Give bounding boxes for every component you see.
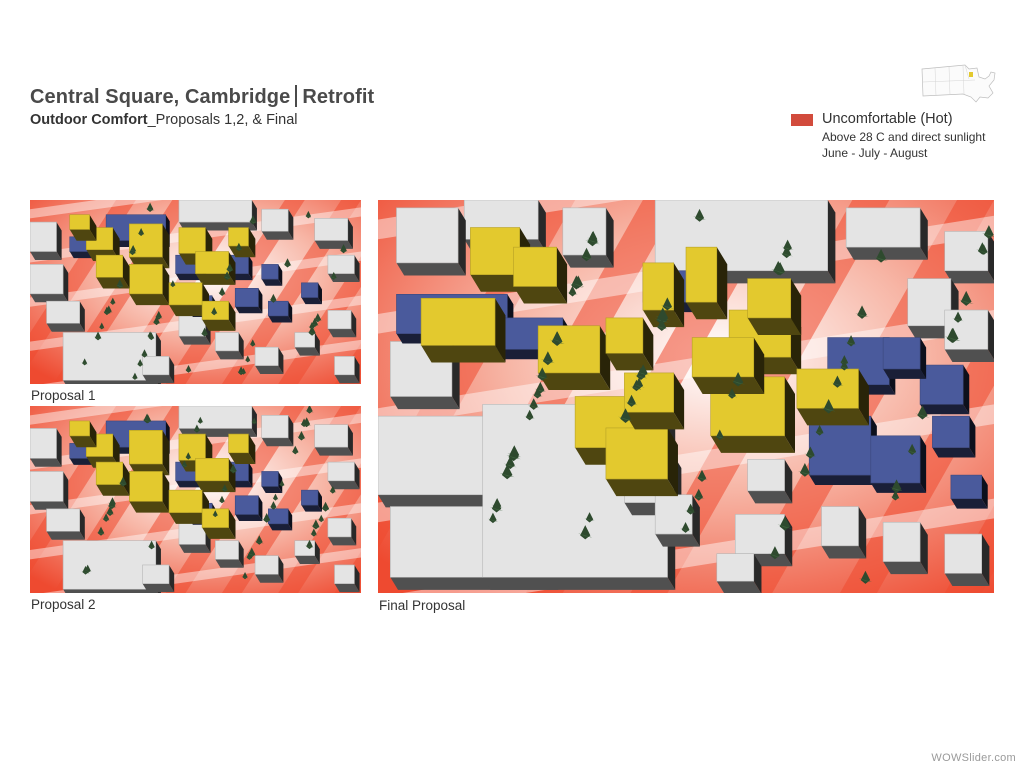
title-suffix: Retrofit — [302, 86, 375, 108]
proposed-tower-building — [796, 368, 869, 426]
final-proposal-render — [378, 200, 994, 593]
proposed-tower-building — [691, 337, 765, 394]
proposal-1-image — [30, 200, 361, 384]
proposed-tower-building — [129, 471, 170, 513]
subtitle-rest: _Proposals 1,2, & Final — [147, 112, 298, 128]
proposed-tower-building — [129, 223, 170, 269]
legend-line-1: Above 28 C and direct sunlight — [822, 130, 986, 144]
existing-building — [654, 494, 700, 547]
legend-line-2: June - July - August — [822, 146, 928, 160]
title-divider — [295, 85, 298, 107]
existing-building — [882, 521, 928, 575]
existing-building — [215, 540, 244, 568]
existing-building — [46, 508, 85, 540]
existing-building — [327, 461, 360, 490]
existing-building — [845, 207, 928, 260]
proposed-lowrise-building — [268, 508, 293, 531]
existing-building — [944, 231, 994, 284]
existing-building — [327, 310, 357, 338]
existing-building — [747, 459, 793, 504]
existing-building — [254, 346, 284, 375]
proposed-tower-building — [129, 264, 170, 306]
existing-building — [30, 221, 62, 260]
title-main: Central Square, Cambridge — [30, 86, 291, 108]
existing-building — [944, 533, 990, 586]
existing-building — [334, 564, 360, 593]
existing-building — [142, 564, 175, 593]
proposed-tower-building — [201, 300, 236, 331]
existing-building — [30, 428, 62, 467]
proposed-lowrise-building — [301, 282, 322, 305]
proposed-tower-building — [420, 297, 506, 363]
existing-building — [327, 517, 357, 546]
existing-building — [215, 332, 244, 360]
proposed-tower-building — [685, 246, 728, 320]
proposed-tower-building — [95, 254, 130, 289]
existing-building — [716, 553, 762, 593]
existing-building — [30, 471, 69, 510]
existing-building — [142, 356, 175, 384]
watermark: WOWSlider.com — [931, 752, 1016, 764]
proposed-tower-building — [747, 278, 802, 335]
proposed-lowrise-building — [919, 364, 970, 415]
proposed-tower-building — [195, 458, 236, 493]
proposed-tower-building — [129, 430, 170, 476]
page-title: Central Square, Cambridge Retrofit — [30, 85, 374, 109]
proposed-tower-building — [513, 246, 568, 304]
proposed-lowrise-building — [234, 288, 263, 314]
proposal-2-caption: Proposal 2 — [31, 597, 96, 612]
existing-building — [178, 406, 257, 437]
subtitle-bold: Outdoor Comfort — [30, 112, 148, 128]
proposed-lowrise-building — [950, 474, 988, 509]
existing-building — [334, 356, 360, 384]
proposed-tower-building — [605, 317, 654, 371]
existing-building — [294, 332, 320, 356]
proposal-1-render — [30, 200, 361, 384]
existing-building — [46, 300, 85, 332]
existing-building — [261, 208, 294, 240]
massachusetts-map-icon — [919, 60, 997, 110]
proposed-lowrise-building — [261, 264, 283, 286]
existing-building — [821, 506, 867, 559]
proposed-lowrise-building — [882, 337, 927, 379]
proposed-tower-building — [201, 508, 236, 539]
existing-building — [396, 207, 466, 276]
final-proposal-image — [378, 200, 994, 593]
existing-building — [30, 264, 69, 303]
legend-swatch-hot — [791, 114, 813, 126]
proposal-2-render — [30, 406, 361, 593]
existing-building — [314, 218, 353, 249]
proposal-1-caption: Proposal 1 — [31, 388, 96, 403]
proposed-lowrise-building — [234, 495, 263, 522]
existing-building — [261, 415, 294, 447]
existing-building — [294, 540, 320, 565]
existing-building — [254, 555, 284, 583]
proposal-2-image — [30, 406, 361, 593]
final-proposal-caption: Final Proposal — [379, 598, 466, 613]
page-subtitle: Outdoor Comfort_Proposals 1,2, & Final — [30, 112, 298, 128]
proposed-lowrise-building — [261, 471, 283, 493]
legend-label: Uncomfortable (Hot) — [822, 111, 953, 127]
proposed-lowrise-building — [932, 415, 976, 458]
proposed-tower-building — [95, 461, 130, 496]
existing-building — [314, 424, 353, 456]
proposed-lowrise-building — [268, 300, 293, 323]
proposed-lowrise-building — [301, 489, 322, 512]
proposed-tower-building — [605, 427, 678, 497]
existing-building — [378, 415, 497, 508]
existing-building — [178, 200, 257, 231]
